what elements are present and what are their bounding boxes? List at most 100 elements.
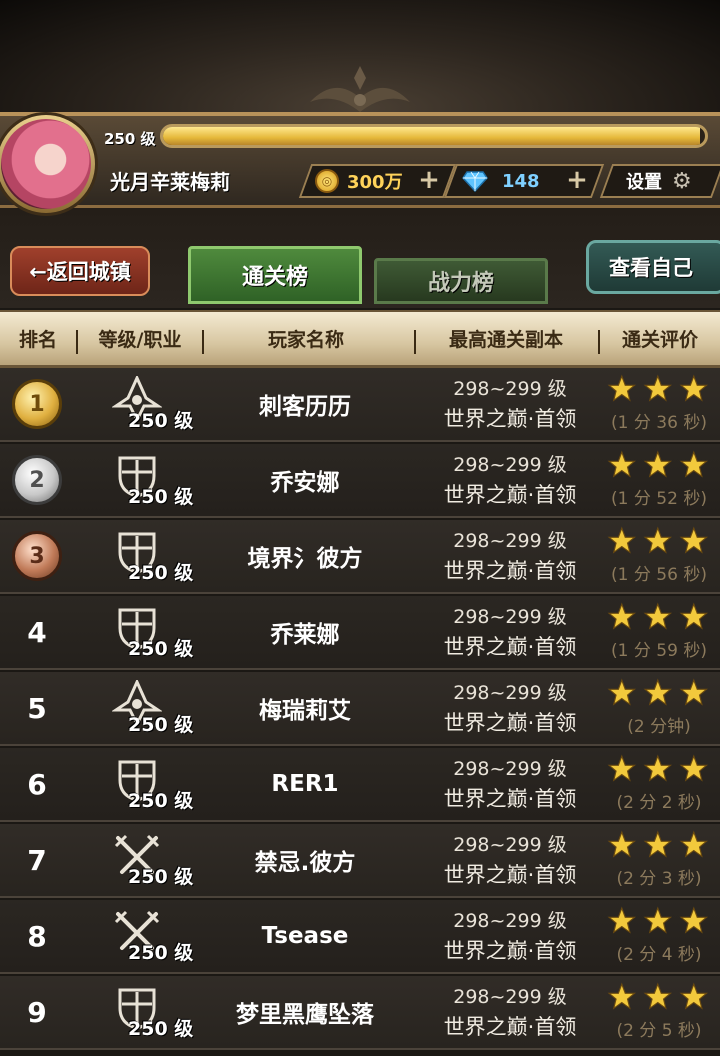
player-level: 250 级 — [128, 562, 194, 584]
clear-time: (1 分 59 秒) — [611, 641, 707, 661]
bronze-medal-icon: 3 — [12, 531, 62, 581]
dungeon-level: 298~299 级 — [453, 758, 567, 780]
ranking-row[interactable]: 9 250 级 梦里黑鹰坠落 298~299 级世界之巅·首领 (2 分 5 秒) — [0, 976, 720, 1050]
dungeon-name: 世界之巅·首领 — [443, 559, 577, 583]
star-icon — [607, 830, 637, 858]
star-rating — [607, 602, 709, 630]
clear-time: (1 分 52 秒) — [611, 489, 707, 509]
clear-time: (2 分 4 秒) — [616, 945, 702, 965]
dungeon-level: 298~299 级 — [453, 606, 567, 628]
clear-time: (2 分 3 秒) — [616, 869, 702, 889]
settings-button[interactable]: 设置 ⚙ — [599, 164, 720, 198]
star-icon — [679, 602, 709, 630]
column-rank: 排名 — [18, 329, 57, 351]
back-to-town-button[interactable]: ←返回城镇 — [10, 246, 150, 296]
star-icon — [679, 526, 709, 554]
column-divider — [414, 330, 416, 354]
ranking-row[interactable]: 1 250 级 刺客历历 298~299 级世界之巅·首领 (1 分 36 秒) — [0, 368, 720, 442]
ranking-row[interactable]: 3 250 级 境界氵彼方 298~299 级世界之巅·首领 (1 分 56 秒) — [0, 520, 720, 594]
dungeon-name: 世界之巅·首领 — [443, 407, 577, 431]
player-level: 250 级 — [128, 1018, 194, 1040]
add-gold-button[interactable]: + — [414, 165, 444, 196]
star-icon — [643, 374, 673, 402]
star-rating — [607, 906, 709, 934]
star-icon — [643, 526, 673, 554]
star-rating — [607, 450, 709, 478]
star-icon — [643, 754, 673, 782]
tab-power-ranking[interactable]: 战力榜 — [374, 258, 548, 304]
dungeon-name: 世界之巅·首领 — [443, 863, 577, 887]
star-rating — [607, 982, 709, 1010]
gem-value: 148 — [502, 170, 540, 192]
rank-number: 9 — [27, 995, 47, 1029]
silver-medal-icon: 2 — [12, 455, 62, 505]
column-rating: 通关评价 — [621, 329, 698, 351]
rank-cell: 2 — [0, 444, 74, 516]
rank-number: 7 — [27, 843, 47, 877]
star-icon — [643, 982, 673, 1010]
gear-icon: ⚙ — [672, 168, 692, 194]
player-level: 250 级 — [128, 410, 194, 432]
ranking-row[interactable]: 4 250 级 乔莱娜 298~299 级世界之巅·首领 (1 分 59 秒) — [0, 596, 720, 670]
player-level: 250 级 — [128, 714, 194, 736]
column-divider — [598, 330, 600, 354]
ranking-row[interactable]: 8 250 级 Tsease 298~299 级世界之巅·首领 (2 分 4 秒) — [0, 900, 720, 974]
view-self-button[interactable]: 查看自己 — [586, 240, 720, 294]
column-divider — [202, 330, 204, 354]
clear-time: (1 分 36 秒) — [611, 413, 707, 433]
star-rating — [607, 754, 709, 782]
player-level: 250 级 — [128, 790, 194, 812]
star-icon — [643, 678, 673, 706]
ranking-row[interactable]: 6 250 级 RER1 298~299 级世界之巅·首领 (2 分 2 秒) — [0, 748, 720, 822]
clear-time: (1 分 56 秒) — [611, 565, 707, 585]
star-icon — [679, 374, 709, 402]
dungeon-level: 298~299 级 — [453, 834, 567, 856]
star-icon — [607, 678, 637, 706]
clear-time: (2 分 5 秒) — [616, 1021, 702, 1041]
star-icon — [679, 754, 709, 782]
clear-time: (2 分钟) — [627, 717, 691, 737]
rank-number: 6 — [27, 767, 47, 801]
star-icon — [643, 830, 673, 858]
star-icon — [679, 906, 709, 934]
star-rating — [607, 678, 709, 706]
settings-label: 设置 — [626, 172, 662, 193]
gold-value: 300万 — [347, 172, 403, 193]
star-icon — [607, 906, 637, 934]
rank-number: 4 — [27, 615, 47, 649]
rank-number: 8 — [27, 919, 47, 953]
player-name: 乔莱娜 — [270, 622, 340, 648]
star-icon — [607, 602, 637, 630]
player-name: 梦里黑鹰坠落 — [236, 1002, 374, 1028]
dungeon-level: 298~299 级 — [453, 910, 567, 932]
column-divider — [76, 330, 78, 354]
ornament-crest-icon — [310, 66, 410, 112]
ranking-row[interactable]: 5 250 级 梅瑞莉艾 298~299 级世界之巅·首领 (2 分钟) — [0, 672, 720, 746]
star-icon — [643, 450, 673, 478]
xp-bar-fill — [163, 127, 700, 145]
player-name: 禁忌.彼方 — [254, 850, 356, 876]
player-level: 250 级 — [128, 866, 194, 888]
tab-clear-ranking[interactable]: 通关榜 — [188, 246, 362, 304]
gem-counter: 148 + — [443, 164, 605, 198]
star-rating — [607, 830, 709, 858]
clear-time: (2 分 2 秒) — [616, 793, 702, 813]
column-player: 玩家名称 — [267, 329, 344, 351]
column-dungeon: 最高通关副本 — [448, 329, 563, 351]
player-level: 250 级 — [128, 638, 194, 660]
dungeon-name: 世界之巅·首领 — [443, 635, 577, 659]
star-icon — [679, 982, 709, 1010]
ranking-row[interactable]: 7 250 级 禁忌.彼方 298~299 级世界之巅·首领 (2 分 3 秒) — [0, 824, 720, 898]
diamond-icon — [462, 171, 488, 192]
gold-coin-icon: ◎ — [315, 169, 339, 193]
star-icon — [643, 602, 673, 630]
dungeon-level: 298~299 级 — [453, 454, 567, 476]
rank-cell: 6 — [0, 748, 74, 820]
add-gems-button[interactable]: + — [562, 165, 592, 196]
dungeon-level: 298~299 级 — [453, 530, 567, 552]
rank-cell: 4 — [0, 596, 74, 668]
dungeon-level: 298~299 级 — [453, 378, 567, 400]
dungeon-name: 世界之巅·首领 — [443, 939, 577, 963]
ranking-row[interactable]: 2 250 级 乔安娜 298~299 级世界之巅·首领 (1 分 52 秒) — [0, 444, 720, 518]
dungeon-name: 世界之巅·首领 — [443, 787, 577, 811]
